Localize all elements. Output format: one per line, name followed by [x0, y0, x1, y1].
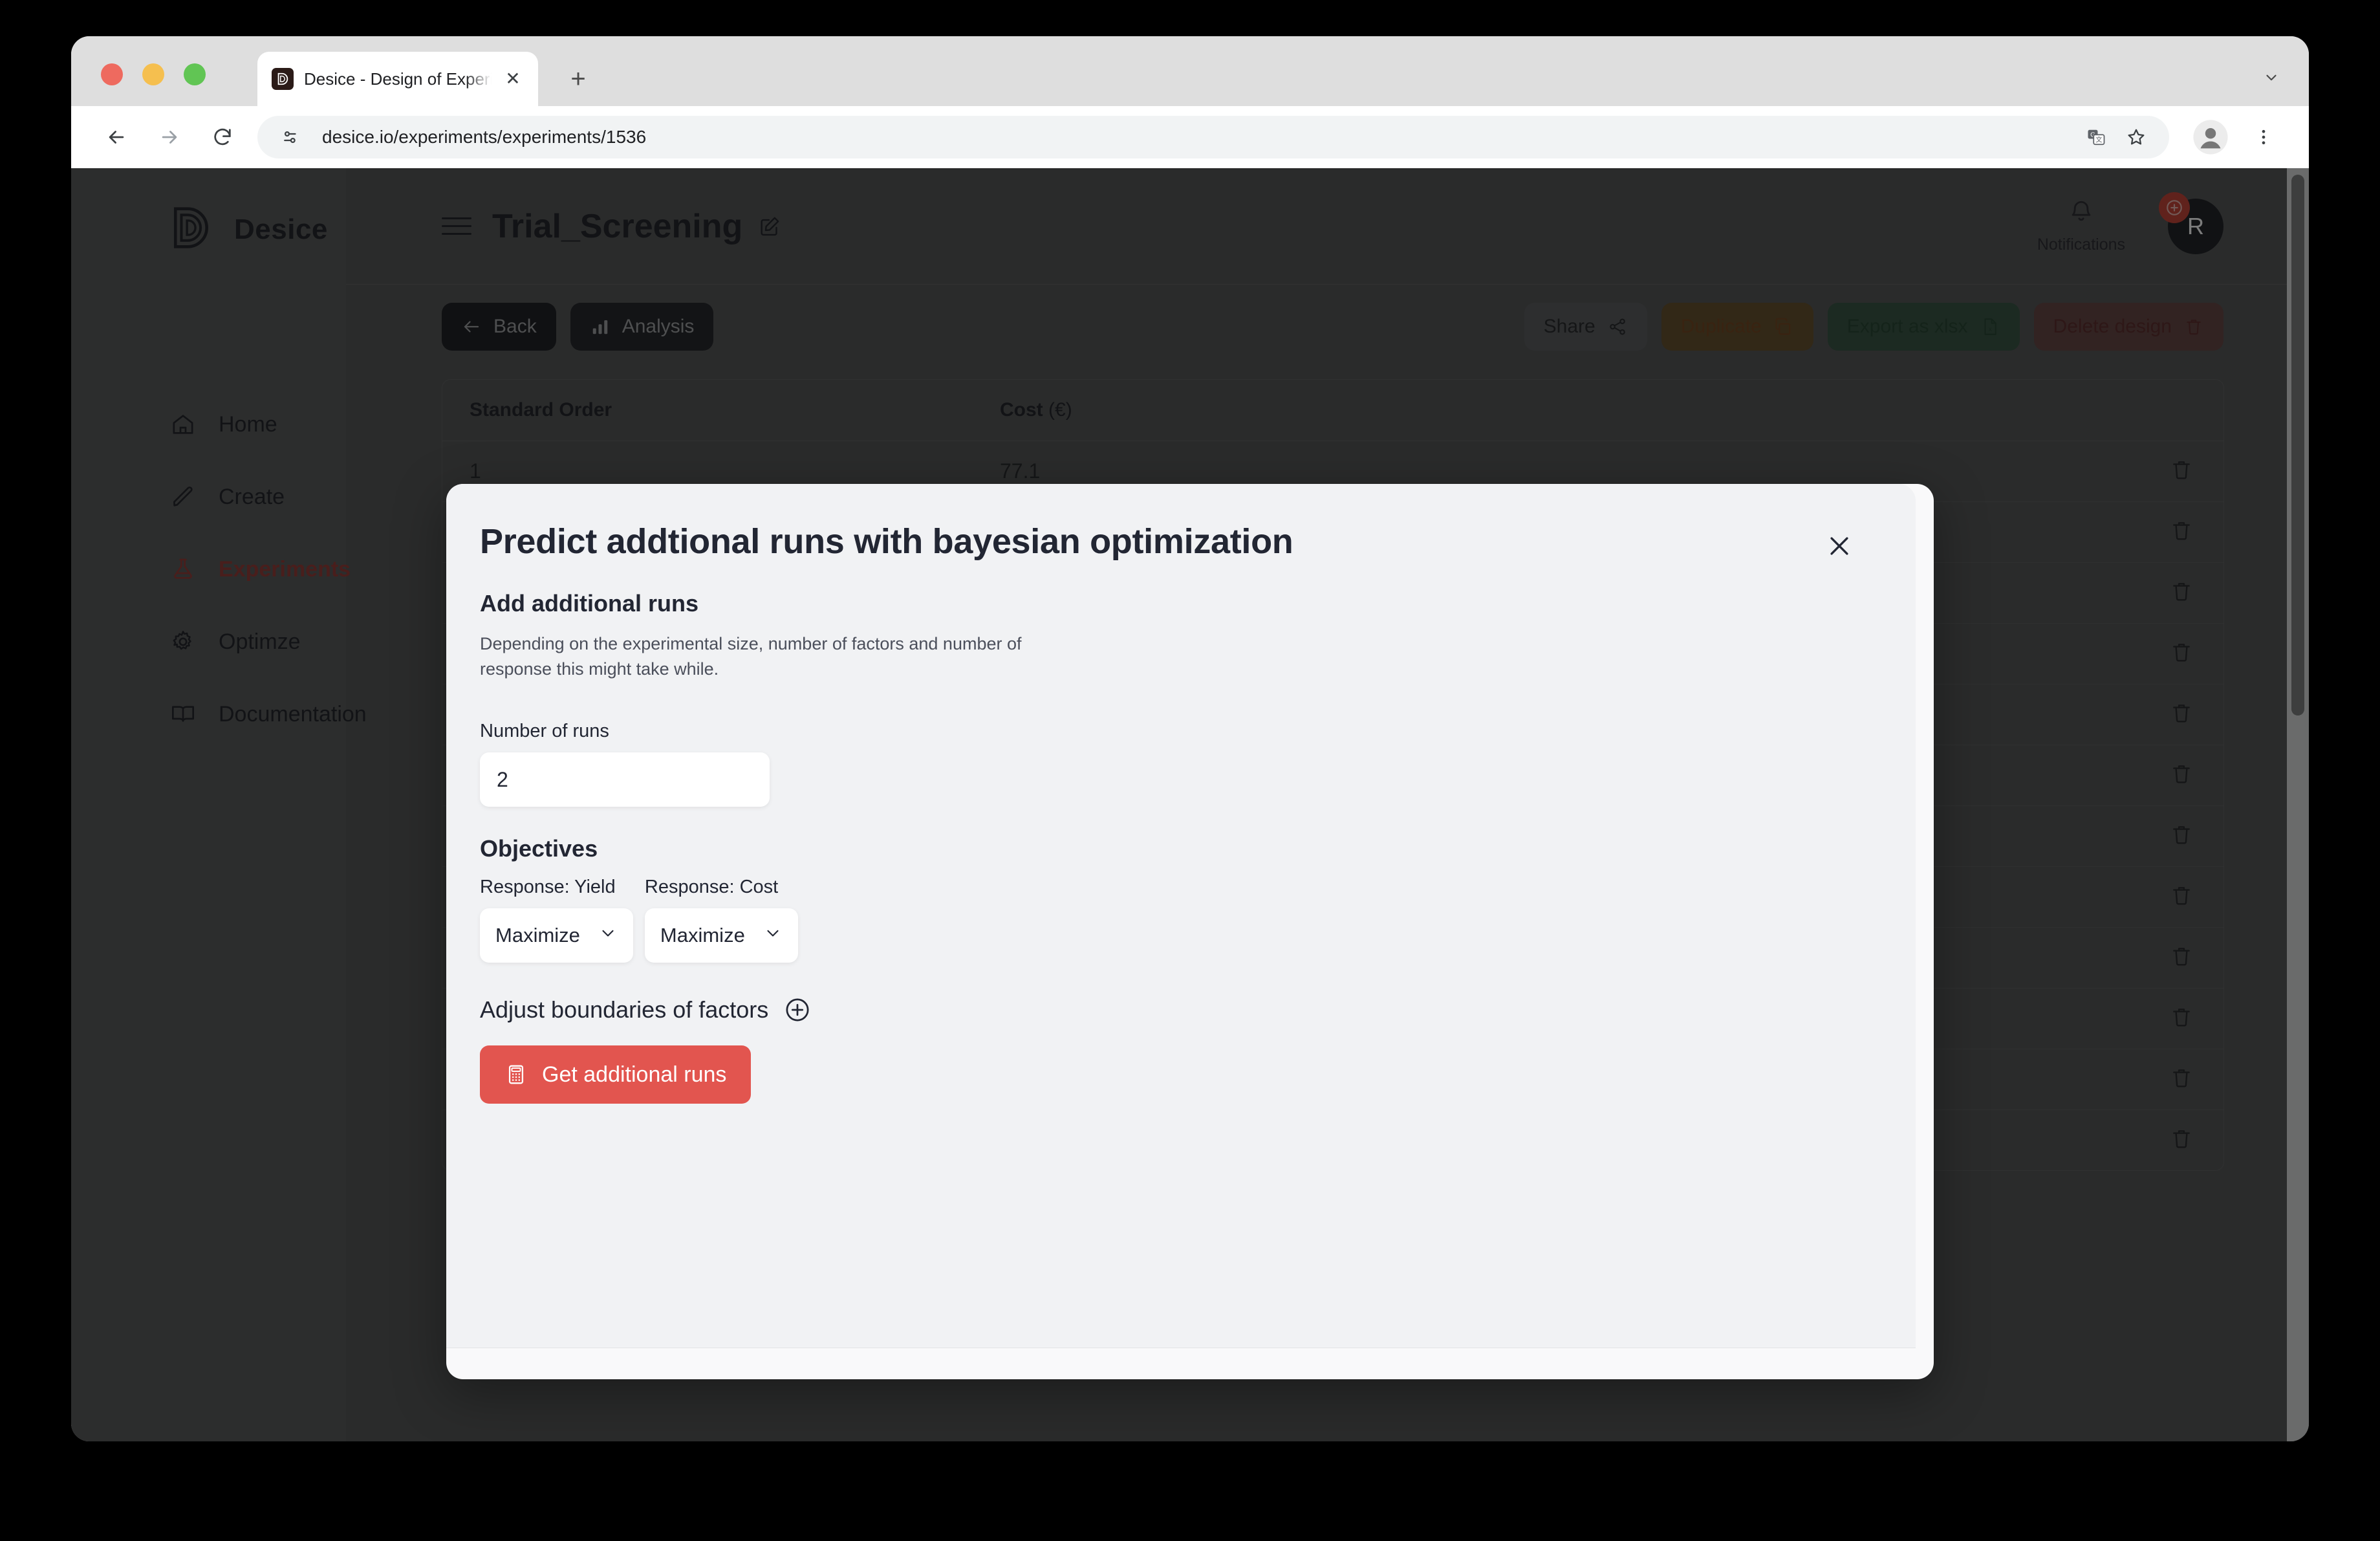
modal-description: Depending on the experimental size, numb… [480, 634, 1022, 679]
objective-label: Response: Yield [480, 877, 616, 898]
get-additional-runs-button[interactable]: Get additional runs [480, 1045, 752, 1104]
address-bar-url: desice.io/experiments/experiments/1536 [322, 127, 647, 147]
modal-section-heading: Add additional runs [480, 590, 698, 617]
translate-icon[interactable]: G文 [2079, 120, 2114, 155]
bayesian-optimization-modal: Predict addtional runs with bayesian opt… [446, 484, 1934, 1379]
browser-toolbar: desice.io/experiments/experiments/1536 G… [71, 106, 2309, 168]
address-bar[interactable]: desice.io/experiments/experiments/1536 G… [257, 116, 2169, 158]
browser-tab-strip: Desice - Design of Experimen ✕ + [71, 36, 2309, 106]
objective-response-yield: Response: Yield Maximize [480, 877, 633, 963]
objective-cost-value: Maximize [660, 924, 745, 947]
window-traffic-lights [101, 63, 206, 85]
arrow-right-icon[interactable] [146, 114, 193, 160]
objectives-row: Response: Yield Maximize Response: Cost … [480, 877, 1916, 963]
plus-circle-icon[interactable] [783, 995, 812, 1025]
tune-icon[interactable] [273, 120, 308, 155]
close-window-button[interactable] [101, 63, 123, 85]
desice-logo-icon [272, 68, 294, 90]
objective-response-cost: Response: Cost Maximize [644, 877, 798, 963]
objective-yield-value: Maximize [495, 924, 580, 947]
page-scrollbar-thumb[interactable] [2291, 175, 2304, 716]
modal-title: Predict addtional runs with bayesian opt… [480, 522, 1293, 561]
objective-yield-select[interactable]: Maximize [480, 908, 633, 963]
chevron-down-icon [598, 923, 618, 948]
app-viewport: Desice Home Create [71, 168, 2309, 1441]
chevron-down-icon [763, 923, 783, 948]
three-dot-menu-icon[interactable] [2240, 114, 2287, 160]
number-of-runs-input[interactable] [480, 752, 770, 807]
svg-text:文: 文 [2095, 136, 2102, 144]
adjust-boundaries-row: Adjust boundaries of factors [480, 995, 1916, 1025]
reload-icon[interactable] [199, 114, 246, 160]
number-of-runs-label: Number of runs [480, 721, 609, 742]
browser-window: Desice - Design of Experimen ✕ + [71, 36, 2309, 1441]
browser-tab[interactable]: Desice - Design of Experimen ✕ [257, 52, 538, 106]
objective-cost-select[interactable]: Maximize [644, 908, 798, 963]
star-icon[interactable] [2119, 120, 2154, 155]
objective-label: Response: Cost [644, 877, 779, 898]
page-scrollbar[interactable] [2287, 168, 2309, 1441]
objectives-heading: Objectives [480, 835, 598, 862]
maximize-window-button[interactable] [184, 63, 206, 85]
chevron-down-icon[interactable] [2258, 65, 2284, 91]
get-additional-runs-label: Get additional runs [542, 1062, 727, 1087]
new-tab-button[interactable]: + [563, 63, 594, 94]
adjust-boundaries-label: Adjust boundaries of factors [480, 996, 769, 1023]
calculator-icon [504, 1063, 528, 1086]
number-of-runs-field: Number of runs [480, 721, 1916, 807]
modal-body: Predict addtional runs with bayesian opt… [446, 484, 1916, 1348]
arrow-left-icon[interactable] [93, 114, 140, 160]
profile-avatar-icon[interactable] [2187, 114, 2234, 160]
close-icon[interactable] [1819, 525, 1860, 567]
close-icon[interactable]: ✕ [502, 68, 524, 90]
minimize-window-button[interactable] [142, 63, 164, 85]
browser-tab-title: Desice - Design of Experimen [304, 69, 492, 89]
